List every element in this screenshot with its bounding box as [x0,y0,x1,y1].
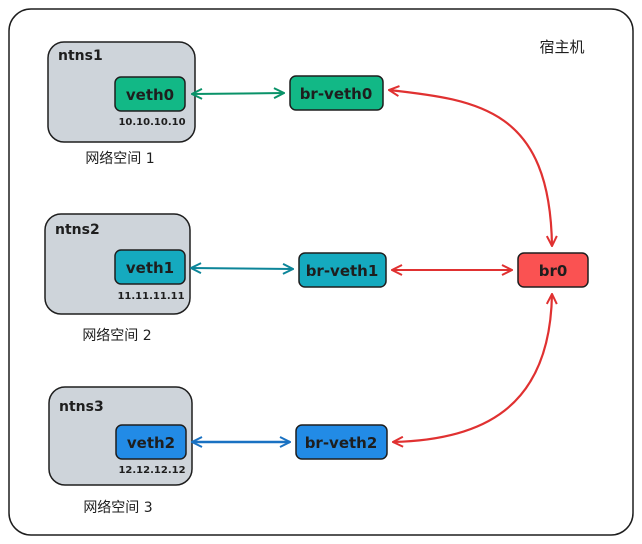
namespace-3-caption: 网络空间 3 [83,500,152,516]
br-veth0-label: br-veth0 [300,85,373,103]
veth1-ip: 11.11.11.11 [117,291,184,302]
namespace-2-name: ntns2 [55,222,100,238]
veth1-label: veth1 [126,259,174,277]
br-veth2-label: br-veth2 [305,434,378,452]
namespace-1-caption: 网络空间 1 [85,151,154,167]
veth2-ip: 12.12.12.12 [118,465,185,476]
veth0-ip: 10.10.10.10 [118,117,185,128]
veth2-label: veth2 [127,434,175,452]
br-veth1-label: br-veth1 [306,262,379,280]
namespace-2-caption: 网络空间 2 [82,328,151,344]
namespace-1-name: ntns1 [58,48,103,64]
veth0-label: veth0 [126,86,174,104]
diagram-svg: 宿主机 ntns1 veth0 10.10.10.10 网络空间 1 ntns2… [8,8,634,536]
diagram-canvas: 宿主机 ntns1 veth0 10.10.10.10 网络空间 1 ntns2… [0,0,642,544]
br0-label: br0 [539,262,568,280]
host-label: 宿主机 [539,38,584,56]
link-veth0-br-veth0 [192,93,284,94]
namespace-3-name: ntns3 [59,399,104,415]
link-veth1-br-veth1 [191,268,293,269]
